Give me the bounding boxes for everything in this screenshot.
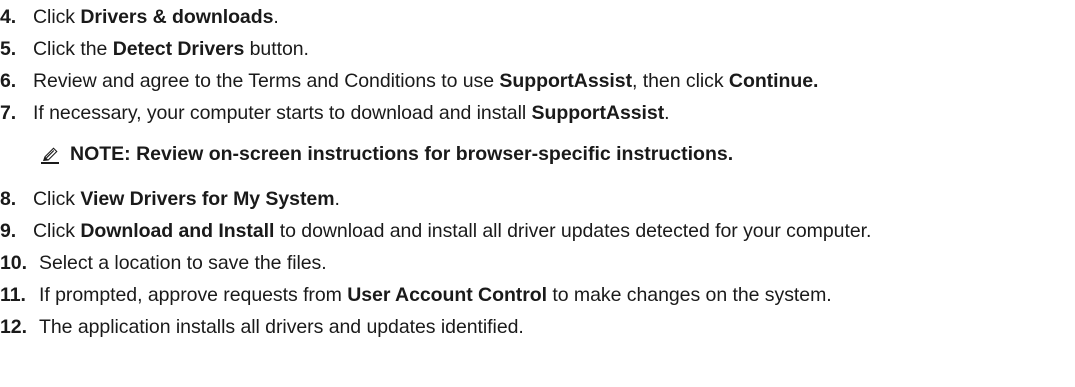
step-text: If prompted, approve requests from	[39, 284, 348, 306]
step-text: .	[813, 70, 819, 92]
step-ui-term: View Drivers for My System	[80, 188, 335, 210]
step-5: 5. Click the Detect Drivers button.	[0, 33, 309, 65]
step-text: Click the	[33, 38, 113, 60]
note-text: NOTE: Review on-screen instructions for …	[70, 143, 734, 165]
step-number: 7.	[0, 102, 17, 124]
step-number: 5.	[0, 38, 17, 60]
step-number: 4.	[0, 6, 17, 28]
note-pencil-icon	[40, 143, 60, 164]
step-number: 6.	[0, 70, 17, 92]
step-text: to make changes on the system.	[547, 284, 832, 306]
step-number: 11.	[0, 284, 26, 306]
step-ui-term: SupportAssist	[531, 102, 665, 124]
step-7: 7. If necessary, your computer starts to …	[0, 97, 670, 129]
step-ui-term: Download and Install	[80, 220, 275, 242]
step-9: 9. Click Download and Install to download…	[0, 215, 871, 247]
step-text: If necessary, your computer starts to do…	[33, 102, 532, 124]
step-text: Click	[33, 220, 81, 242]
step-ui-term: Continue	[728, 70, 814, 92]
step-ui-term: Drivers & downloads	[80, 6, 274, 28]
step-text: Click	[33, 6, 81, 28]
step-number: 8.	[0, 188, 17, 210]
step-text: , then click	[632, 70, 729, 92]
step-text: .	[664, 102, 670, 124]
step-ui-term: SupportAssist	[499, 70, 633, 92]
step-number: 12.	[0, 316, 27, 338]
step-text: Select a location to save the files.	[39, 252, 327, 274]
step-12: 12. The application installs all drivers …	[0, 311, 524, 343]
step-text: to download and install all driver updat…	[274, 220, 872, 242]
step-text: The application installs all drivers and…	[39, 316, 524, 338]
note-callout: NOTE: Review on-screen instructions for …	[40, 138, 733, 170]
step-4: 4. Click Drivers & downloads.	[0, 1, 279, 33]
step-text: Click	[33, 188, 81, 210]
step-text: button.	[244, 38, 309, 60]
step-11: 11. If prompted, approve requests from Us…	[0, 279, 832, 311]
step-number: 9.	[0, 220, 17, 242]
step-number: 10.	[0, 252, 27, 274]
step-8: 8. Click View Drivers for My System.	[0, 183, 340, 215]
step-ui-term: User Account Control	[347, 284, 548, 306]
document-page: 4. Click Drivers & downloads. 5. Click the…	[0, 0, 1075, 387]
step-ui-term: Detect Drivers	[112, 38, 245, 60]
step-6: 6. Review and agree to the Terms and Cond…	[0, 65, 818, 97]
step-text: .	[334, 188, 340, 210]
step-10: 10. Select a location to save the files.	[0, 247, 327, 279]
step-text: Review and agree to the Terms and Condit…	[33, 70, 500, 92]
step-text: .	[273, 6, 279, 28]
